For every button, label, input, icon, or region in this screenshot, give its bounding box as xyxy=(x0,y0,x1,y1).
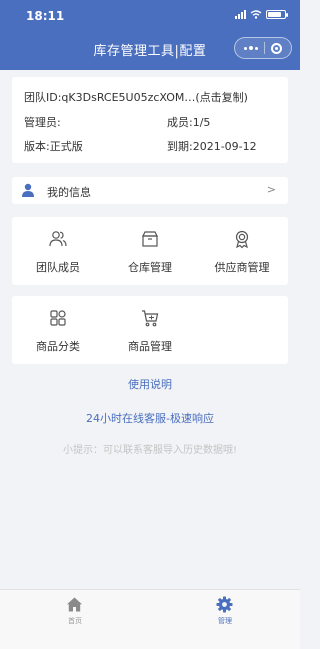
chevron-right-icon: > xyxy=(266,183,276,196)
my-info-row[interactable]: 我的信息 > xyxy=(12,177,288,204)
team-members-icon xyxy=(49,231,67,247)
members-count: 成员:1/5 xyxy=(167,116,211,129)
status-bar: 18:11 xyxy=(0,0,300,26)
expiry-date: 到期:2021-09-12 xyxy=(167,140,257,153)
capsule-divider xyxy=(264,42,265,54)
grid-item-product[interactable]: 商品管理 xyxy=(104,296,196,364)
management-grid-2: 商品分类 商品管理 xyxy=(12,296,288,364)
gear-icon xyxy=(216,596,233,613)
my-info-label: 我的信息 xyxy=(47,186,91,199)
more-icon[interactable] xyxy=(244,46,258,50)
team-info-card: 团队ID:qK3DsRCE5U05zcXOM…(点击复制) 管理员: 成员:1/… xyxy=(12,77,288,163)
version-text: 版本:正式版 xyxy=(24,140,83,153)
signal-icon xyxy=(235,10,246,19)
user-icon xyxy=(22,183,34,197)
supplier-badge-icon xyxy=(235,230,249,249)
grid-label: 商品管理 xyxy=(128,340,172,353)
grid-item-supplier[interactable]: 供应商管理 xyxy=(196,217,288,285)
team-info-row-1: 管理员: 成员:1/5 xyxy=(24,114,276,130)
tab-home[interactable]: 首页 xyxy=(0,590,150,630)
grid-label: 仓库管理 xyxy=(128,261,172,274)
grid-label: 供应商管理 xyxy=(214,261,270,274)
grid-label: 团队成员 xyxy=(36,261,80,274)
mini-program-capsule[interactable] xyxy=(234,37,292,59)
admin-label: 管理员: xyxy=(24,116,61,129)
management-grid-1: 团队成员 仓库管理 供应商管理 xyxy=(12,217,288,285)
warehouse-box-icon xyxy=(142,231,158,247)
grid-item-team-members[interactable]: 团队成员 xyxy=(12,217,104,285)
status-time: 18:11 xyxy=(26,9,65,23)
team-id-copy[interactable]: 团队ID:qK3DsRCE5U05zcXOM…(点击复制) xyxy=(24,89,248,105)
product-cart-icon xyxy=(142,310,159,327)
customer-service-link[interactable]: 24小时在线客服-极速响应 xyxy=(0,410,300,426)
tab-manage[interactable]: 管理 xyxy=(150,590,300,630)
close-icon[interactable] xyxy=(271,42,282,54)
home-icon xyxy=(67,597,82,612)
usage-guide-link[interactable]: 使用说明 xyxy=(0,376,300,392)
category-grid-icon xyxy=(50,310,66,326)
hint-text: 小提示：可以联系客服导入历史数据哦! xyxy=(62,445,237,456)
status-icons xyxy=(235,10,288,19)
grid-label: 商品分类 xyxy=(36,340,80,353)
team-info-row-2: 版本:正式版 到期:2021-09-12 xyxy=(24,138,276,154)
battery-icon xyxy=(266,10,288,19)
tab-bar: 首页 管理 xyxy=(0,589,300,649)
tab-label: 管理 xyxy=(218,617,232,625)
grid-item-category[interactable]: 商品分类 xyxy=(12,296,104,364)
app-header: 18:11 库存管理工具|配置 xyxy=(0,0,300,70)
tab-label: 首页 xyxy=(68,617,82,625)
grid-item-warehouse[interactable]: 仓库管理 xyxy=(104,217,196,285)
wifi-icon xyxy=(250,10,262,19)
